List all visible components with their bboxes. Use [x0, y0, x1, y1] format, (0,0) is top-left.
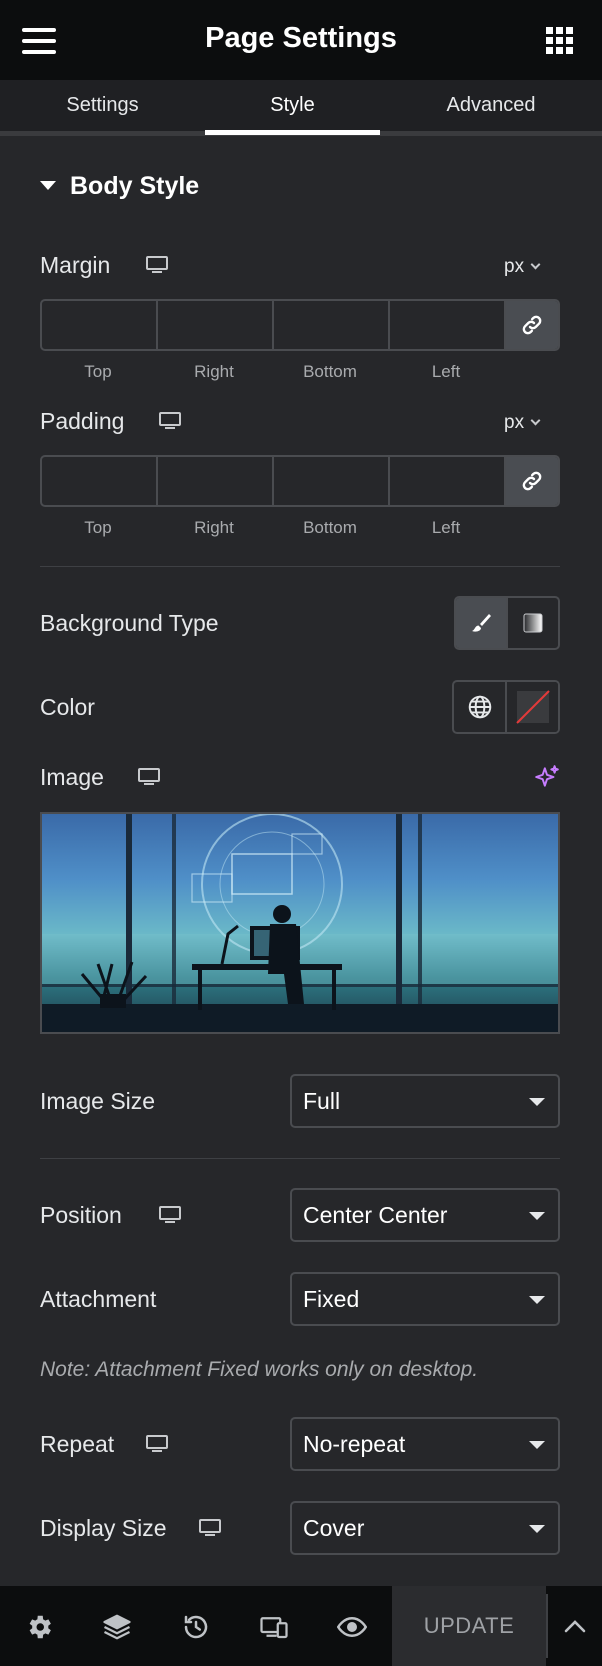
display-size-select[interactable]: Cover [290, 1501, 560, 1555]
responsive-mode-icon[interactable] [259, 1612, 289, 1642]
margin-top-input[interactable] [42, 301, 156, 349]
side-label-top: Top [84, 362, 112, 381]
attachment-select[interactable]: Fixed [290, 1272, 560, 1326]
side-label-left: Left [431, 362, 461, 381]
section-toggle-body-style[interactable]: Body Style [40, 172, 199, 201]
margin-bottom-input[interactable] [274, 301, 388, 349]
position-label: Position [40, 1202, 122, 1228]
desktop-icon[interactable] [146, 1435, 168, 1453]
eye-icon[interactable] [337, 1612, 367, 1642]
padding-link-button[interactable] [506, 457, 558, 505]
link-icon [522, 315, 542, 335]
ai-sparkle-icon[interactable] [534, 764, 560, 790]
desktop-icon[interactable] [146, 256, 168, 274]
padding-bottom-input[interactable] [274, 457, 388, 505]
image-size-select[interactable]: Full [290, 1074, 560, 1128]
divider [40, 566, 560, 567]
margin-unit-select[interactable]: px [504, 256, 541, 278]
attachment-label: Attachment [40, 1286, 157, 1312]
margin-unit-label: px [504, 256, 525, 277]
image-label: Image [40, 764, 104, 790]
page-title: Page Settings [205, 22, 397, 54]
chevron-down-icon [530, 259, 541, 270]
repeat-select[interactable]: No-repeat [290, 1417, 560, 1471]
desktop-icon[interactable] [138, 768, 160, 786]
footer-bar: UPDATE [0, 1586, 602, 1666]
gradient-icon [523, 613, 543, 633]
paint-brush-icon [472, 614, 491, 632]
history-icon[interactable] [181, 1612, 211, 1642]
image-size-label: Image Size [40, 1088, 156, 1114]
margin-link-button[interactable] [506, 301, 558, 349]
position-select[interactable]: Center Center [290, 1188, 560, 1242]
tab-style[interactable]: Style [205, 80, 380, 136]
page-settings-panel: Page Settings Settings Style Advanced Bo… [0, 0, 602, 1666]
side-label-bottom: Bottom [303, 362, 357, 381]
desktop-icon[interactable] [159, 412, 181, 430]
side-label-right: Right [194, 362, 234, 381]
tab-bar: Settings Style Advanced [0, 80, 602, 136]
margin-side-labels: Top Right Bottom Left [40, 362, 504, 382]
padding-right-input[interactable] [158, 457, 272, 505]
link-icon [522, 471, 542, 491]
side-label-right: Right [194, 518, 234, 537]
background-type-toggle [454, 596, 560, 650]
divider [546, 1594, 548, 1658]
padding-side-labels: Top Right Bottom Left [40, 518, 504, 538]
padding-label: Padding [40, 408, 125, 434]
color-picker-swatch[interactable] [505, 682, 558, 732]
background-type-label: Background Type [40, 610, 219, 636]
office-silhouette-image [42, 814, 558, 1032]
background-classic-option[interactable] [456, 598, 506, 648]
attachment-note: Note: Attachment Fixed works only on des… [40, 1358, 479, 1381]
color-label: Color [40, 694, 95, 720]
panel-header: Page Settings [0, 0, 602, 80]
background-gradient-option[interactable] [506, 598, 558, 648]
tab-settings[interactable]: Settings [0, 80, 205, 136]
padding-unit-select[interactable]: px [504, 412, 541, 434]
globe-icon [468, 695, 491, 719]
desktop-icon[interactable] [199, 1519, 221, 1537]
side-label-left: Left [431, 518, 461, 537]
repeat-label: Repeat [40, 1431, 115, 1457]
side-label-top: Top [84, 518, 112, 537]
margin-inputs [40, 299, 560, 351]
margin-right-input[interactable] [158, 301, 272, 349]
divider [40, 1158, 560, 1159]
global-colors-button[interactable] [454, 682, 505, 732]
desktop-icon[interactable] [159, 1206, 181, 1224]
display-size-label: Display Size [40, 1515, 167, 1541]
chevron-up-icon[interactable] [562, 1616, 588, 1636]
grid-icon[interactable] [546, 27, 574, 55]
background-image-preview[interactable] [40, 812, 560, 1034]
chevron-down-icon [530, 415, 541, 426]
margin-left-input[interactable] [390, 301, 504, 349]
side-label-bottom: Bottom [303, 518, 357, 537]
update-button[interactable]: UPDATE [392, 1586, 546, 1666]
gear-icon[interactable] [24, 1612, 54, 1642]
margin-label: Margin [40, 252, 111, 278]
caret-down-icon [40, 181, 56, 190]
layers-icon[interactable] [102, 1612, 132, 1642]
color-control [452, 680, 560, 734]
padding-inputs [40, 455, 560, 507]
padding-left-input[interactable] [390, 457, 504, 505]
padding-top-input[interactable] [42, 457, 156, 505]
tab-advanced[interactable]: Advanced [380, 80, 602, 136]
section-title: Body Style [70, 172, 200, 200]
padding-unit-label: px [504, 412, 525, 433]
no-color-swatch-icon [515, 690, 550, 724]
